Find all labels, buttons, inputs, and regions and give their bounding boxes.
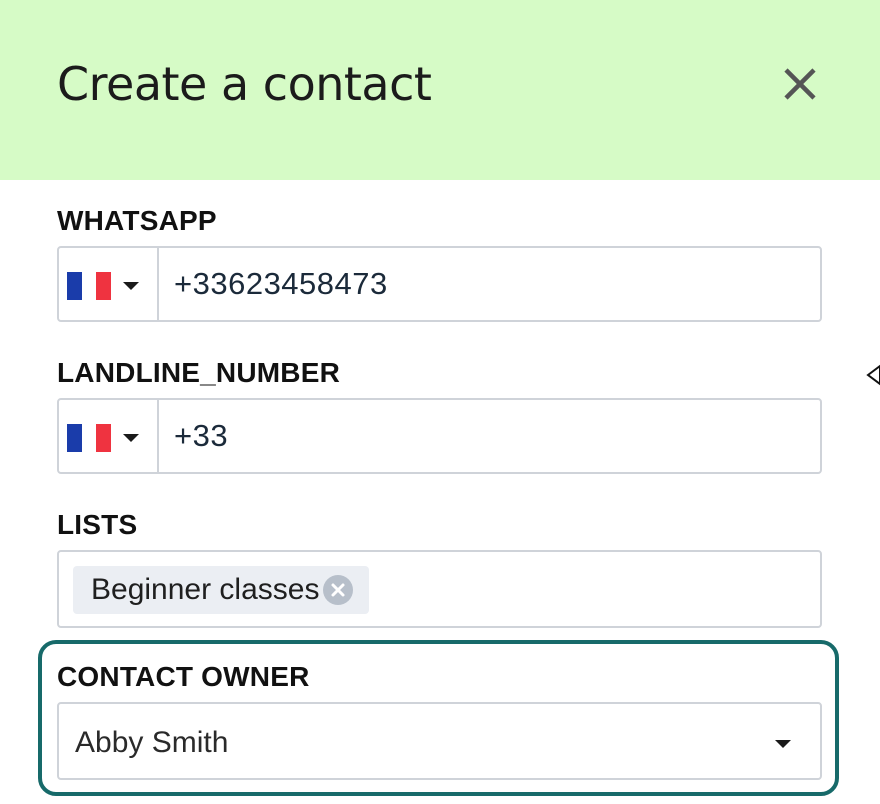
tag-remove-button[interactable] xyxy=(323,575,354,605)
contact-owner-select[interactable]: Abby Smith xyxy=(57,702,822,780)
contact-owner-label: CONTACT OWNER xyxy=(57,661,310,692)
chevron-down-icon xyxy=(123,434,139,442)
landline-input[interactable]: +33 xyxy=(174,400,228,472)
dialog-title: Create a contact xyxy=(57,57,432,111)
list-tag: Beginner classes xyxy=(73,566,370,614)
france-flag-icon xyxy=(67,272,112,300)
contact-owner-value: Abby Smith xyxy=(75,726,229,759)
list-tag-label: Beginner classes xyxy=(91,573,320,606)
landline-field: +33 xyxy=(57,398,822,474)
whatsapp-label: WHATSAPP xyxy=(57,205,217,236)
chevron-down-icon xyxy=(123,282,139,290)
whatsapp-input[interactable]: +33623458473 xyxy=(174,248,388,320)
lists-label: LISTS xyxy=(57,509,138,540)
chevron-down-icon xyxy=(775,740,791,748)
whatsapp-field: +33623458473 xyxy=(57,246,822,322)
landline-country-select[interactable] xyxy=(59,400,159,472)
lists-field[interactable]: Beginner classes xyxy=(57,550,822,628)
france-flag-icon xyxy=(67,424,112,452)
close-button[interactable] xyxy=(776,60,824,108)
close-icon xyxy=(784,68,816,100)
dialog-header: Create a contact xyxy=(0,0,880,180)
landline-label: LANDLINE_NUMBER xyxy=(57,357,340,388)
whatsapp-country-select[interactable] xyxy=(59,248,159,320)
cursor-icon xyxy=(866,364,880,386)
close-icon xyxy=(331,583,345,597)
